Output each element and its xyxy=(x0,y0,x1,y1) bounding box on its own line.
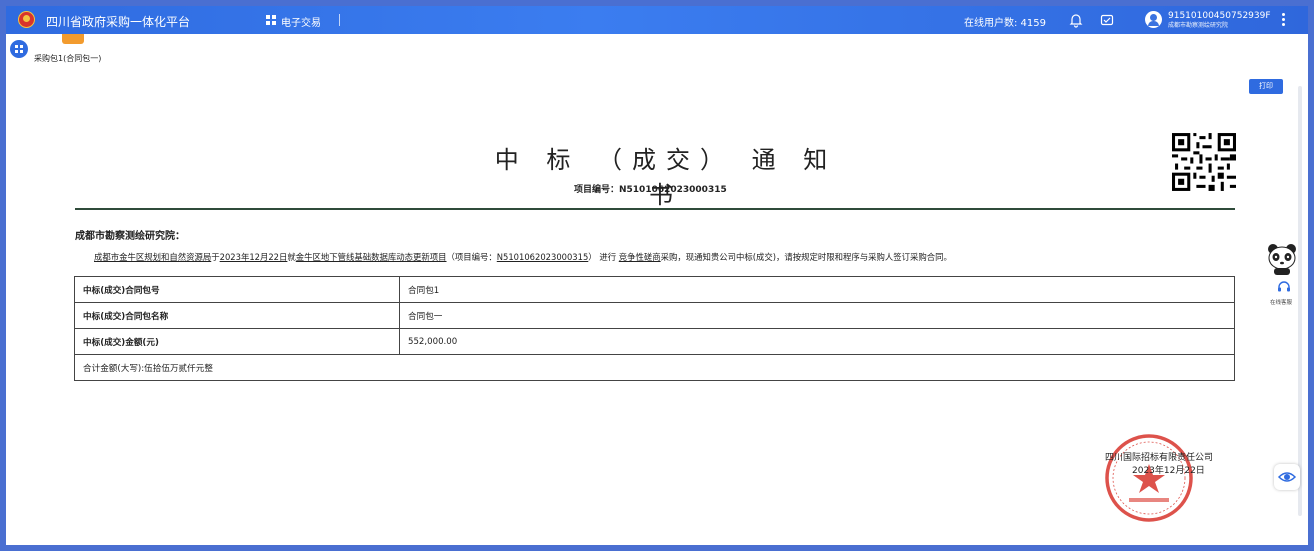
accessibility-button[interactable] xyxy=(1274,464,1300,490)
app-window: 四川省政府采购一体化平台 电子交易 在线用户数: 4159 9151010045… xyxy=(6,6,1308,545)
body-text: ） xyxy=(588,252,597,262)
project-number: 项目编号：N5101062023000315 xyxy=(574,185,727,195)
row-label: 中标(成交)金额(元) xyxy=(74,328,400,355)
top-bar: 四川省政府采购一体化平台 电子交易 在线用户数: 4159 9151010045… xyxy=(6,6,1308,34)
official-seal-icon xyxy=(1105,434,1193,522)
headset-icon[interactable] xyxy=(1276,279,1292,295)
notice-date: 2023年12月22日 xyxy=(219,252,288,262)
table-row: 中标(成交)金额(元) 552,000.00 xyxy=(74,328,1235,355)
notice-body: 成都市金牛区规划和自然资源局于2023年12月22日就金牛区地下管线基础数据库动… xyxy=(94,251,952,263)
issue-date: 2023年12月22日 xyxy=(1132,466,1205,476)
body-text: 进行 xyxy=(599,252,617,262)
table-row: 合计金额(大写):伍拾伍万贰仟元整 xyxy=(74,354,1235,381)
emblem-icon xyxy=(18,11,35,28)
user-org: 成都市勘察测绘研究院 xyxy=(1168,22,1229,29)
body-text: （项目编号： xyxy=(446,252,497,262)
message-icon[interactable] xyxy=(1099,12,1115,28)
package-tab[interactable]: 采购包1(合同包一) xyxy=(34,53,101,64)
row-label: 中标(成交)合同包号 xyxy=(74,276,400,303)
body-text: 采购，现通知贵公司中标(成交)，请按规定时限和程序与采购人签订采购合同。 xyxy=(660,252,952,262)
app-switcher-button[interactable] xyxy=(10,40,28,58)
app-title[interactable]: 四川省政府采购一体化平台 xyxy=(46,13,190,30)
menu-electronic-trading[interactable]: 电子交易 xyxy=(281,14,321,29)
print-button[interactable]: 打印 xyxy=(1249,79,1283,94)
qr-code-icon xyxy=(1172,133,1236,191)
table-row: 中标(成交)合同包号 合同包1 xyxy=(74,276,1235,303)
apps-grid-icon[interactable] xyxy=(266,15,276,25)
header-rule xyxy=(75,208,1235,210)
eye-icon xyxy=(1277,472,1297,482)
body-text: 于 xyxy=(211,252,220,262)
row-label: 中标(成交)合同包名称 xyxy=(74,302,400,329)
folder-icon[interactable] xyxy=(62,34,84,44)
body-project-number: N5101062023000315 xyxy=(496,252,589,262)
user-id[interactable]: 91510100450752939F xyxy=(1168,11,1271,21)
issuer-name: 四川国际招标有限责任公司 xyxy=(1105,453,1214,463)
avatar[interactable] xyxy=(1145,11,1162,28)
scrollbar[interactable] xyxy=(1298,86,1302,516)
panda-mascot-icon[interactable] xyxy=(1264,242,1300,276)
project-name: 金牛区地下管线基础数据库动态更新项目 xyxy=(295,252,447,262)
row-value: 合同包1 xyxy=(399,276,1235,303)
body-text: 就 xyxy=(287,252,296,262)
row-value: 合同包一 xyxy=(399,302,1235,329)
online-users-count: 在线用户数: 4159 xyxy=(964,18,1046,29)
row-value: 552,000.00 xyxy=(399,328,1235,355)
more-menu-icon[interactable] xyxy=(1280,12,1286,28)
addressee: 成都市勘察测绘研究院： xyxy=(75,231,185,242)
divider xyxy=(339,14,340,26)
table-row: 中标(成交)合同包名称 合同包一 xyxy=(74,302,1235,329)
total-amount: 合计金额(大写):伍拾伍万贰仟元整 xyxy=(74,354,1235,381)
award-table: 中标(成交)合同包号 合同包1 中标(成交)合同包名称 合同包一 中标(成交)金… xyxy=(74,276,1235,381)
document-title: 中 标 （成交） 通 知 书 xyxy=(494,146,838,209)
purchaser-name: 成都市金牛区规划和自然资源局 xyxy=(94,252,212,262)
procurement-method: 竞争性磋商 xyxy=(618,252,661,262)
bell-icon[interactable] xyxy=(1068,12,1084,28)
online-support-label[interactable]: 在线客服 xyxy=(1270,298,1292,306)
